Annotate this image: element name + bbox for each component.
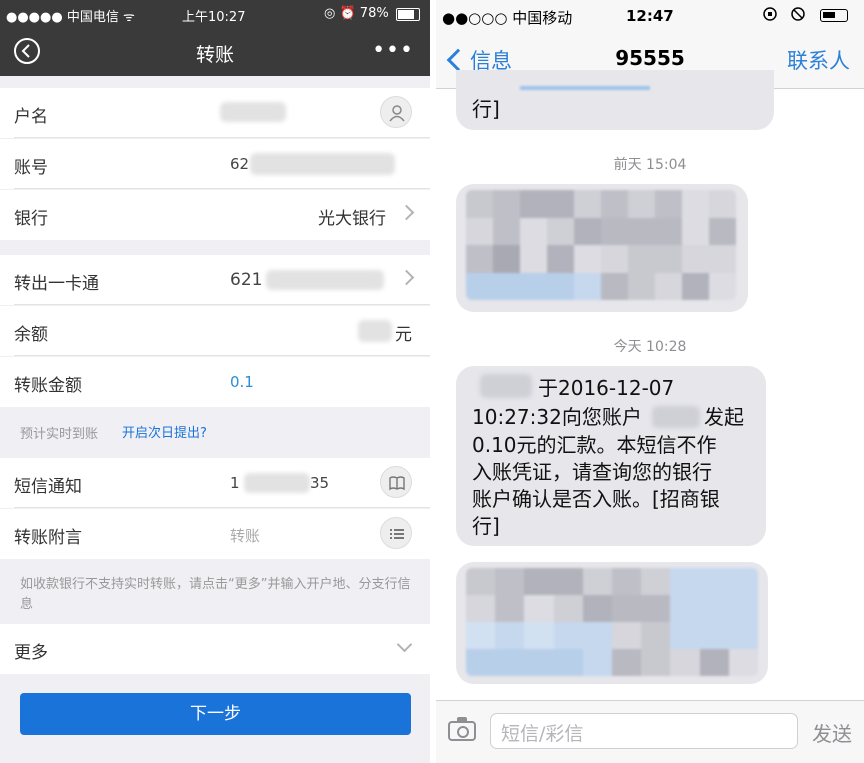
bank-transfer-screen: ●●●●● 中国电信 ᯤ 上午10:27 ◎ ⏰ 78% 转账 ••• 户名 账… bbox=[0, 0, 430, 763]
camera-icon[interactable] bbox=[448, 721, 476, 741]
address-book-button[interactable] bbox=[380, 466, 412, 498]
redacted-account bbox=[250, 153, 395, 175]
remark-label: 转账附言 bbox=[14, 528, 82, 548]
redacted-balance bbox=[358, 320, 392, 342]
bank-value: 光大银行 bbox=[318, 209, 386, 229]
send-button[interactable]: 发送 bbox=[812, 718, 852, 747]
battery-icon bbox=[820, 9, 848, 22]
message-bubble bbox=[456, 562, 768, 684]
bank-label: 银行 bbox=[14, 209, 48, 229]
status-bar: ●●○○○ 中国移动 12:47 bbox=[436, 0, 864, 32]
transfer-tip: 如收款银行不支持实时转账，请点击“更多”并输入开户地、分支行信息 bbox=[0, 560, 430, 624]
account-label: 账号 bbox=[14, 158, 48, 178]
timestamp: 前天 15:04 bbox=[613, 157, 687, 173]
sms-notify-label: 短信通知 bbox=[14, 477, 82, 497]
chevron-down-icon bbox=[396, 636, 413, 653]
message-line: 10:27:32向您账户 bbox=[472, 405, 642, 429]
message-line: 0.10元的汇款。本短信不作 bbox=[472, 433, 717, 457]
next-step-button[interactable]: 下一步 bbox=[20, 693, 411, 735]
clock: 12:47 bbox=[626, 7, 674, 25]
next-day-link[interactable]: 开启次日提出? bbox=[122, 422, 207, 441]
amount-input[interactable]: 0.1 bbox=[230, 373, 254, 391]
redacted-card bbox=[266, 270, 384, 290]
transfer-tip-text: 如收款银行不支持实时转账，请点击“更多”并输入开户地、分支行信息 bbox=[20, 577, 411, 612]
more-label: 更多 bbox=[14, 643, 48, 663]
page-title: 转账 bbox=[195, 44, 234, 66]
bank-row[interactable]: 银行 光大银行 bbox=[0, 190, 430, 240]
chevron-right-icon bbox=[398, 204, 415, 221]
source-card-value: 621 bbox=[230, 270, 263, 290]
remark-list-button[interactable] bbox=[380, 517, 412, 549]
sms-notify-row[interactable]: 短信通知 1 35 bbox=[0, 458, 430, 508]
rotation-lock-icon bbox=[762, 6, 778, 26]
source-card-label: 转出一卡通 bbox=[14, 274, 99, 294]
balance-label: 余额 bbox=[14, 325, 48, 345]
message-line: 于2016-12-07 bbox=[538, 376, 675, 400]
book-icon bbox=[389, 476, 405, 491]
sms-phone-start: 1 bbox=[230, 474, 240, 492]
message-line: 入账凭证，请查询您的银行 bbox=[472, 460, 712, 484]
redacted-account bbox=[652, 406, 700, 428]
carrier-label: ●●○○○ 中国移动 bbox=[442, 9, 573, 27]
message-bubble: 于2016-12-07 10:27:32向您账户 发起 0.10元的汇款。本短信… bbox=[456, 366, 766, 546]
redacted-message-image bbox=[466, 568, 758, 676]
battery-icon bbox=[396, 8, 420, 21]
redacted-message-image bbox=[466, 190, 736, 300]
redacted-name bbox=[220, 102, 286, 122]
nav-bar: 转账 ••• bbox=[0, 28, 430, 76]
compose-bar: 短信/彩信 发送 bbox=[436, 700, 864, 763]
message-line: 发起 bbox=[704, 405, 744, 429]
message-input-placeholder: 短信/彩信 bbox=[501, 723, 584, 745]
person-icon bbox=[389, 105, 405, 122]
sms-phone-end: 35 bbox=[310, 474, 330, 492]
message-input[interactable]: 短信/彩信 bbox=[490, 713, 798, 749]
more-menu-icon[interactable]: ••• bbox=[372, 38, 414, 63]
carrier-label: ●●●●● 中国电信 ᯤ bbox=[6, 10, 135, 25]
account-value: 62 bbox=[230, 155, 250, 173]
account-row[interactable]: 账号 62 bbox=[0, 139, 430, 189]
payee-name-row[interactable]: 户名 bbox=[0, 88, 430, 138]
arrival-note: 预计实时到账 开启次日提出? bbox=[0, 408, 430, 458]
amount-row[interactable]: 转账金额 0.1 bbox=[0, 357, 430, 407]
source-card-row[interactable]: 转出一卡通 621 bbox=[0, 255, 430, 305]
sms-conversation-screen: ●●○○○ 中国移动 12:47 信息 95555 联系人 行] 前天 15:0… bbox=[436, 0, 864, 763]
redacted-sender bbox=[480, 374, 532, 398]
amount-label: 转账金额 bbox=[14, 376, 82, 396]
message-text: 行] bbox=[472, 97, 500, 121]
timestamp: 今天 10:28 bbox=[613, 339, 687, 355]
redacted-link bbox=[520, 86, 650, 90]
more-row[interactable]: 更多 bbox=[0, 624, 430, 674]
status-bar: ●●●●● 中国电信 ᯤ 上午10:27 ◎ ⏰ 78% bbox=[0, 0, 430, 28]
do-not-disturb-icon bbox=[790, 6, 806, 26]
message-line: 行] bbox=[472, 514, 500, 538]
contact-picker-button[interactable] bbox=[380, 96, 412, 128]
message-line: 账户确认是否入账。[招商银 bbox=[472, 487, 720, 511]
battery-label: ◎ ⏰ 78% bbox=[324, 6, 389, 21]
remark-input[interactable]: 转账 bbox=[230, 525, 260, 546]
chevron-right-icon bbox=[398, 269, 415, 286]
contacts-button[interactable]: 联系人 bbox=[787, 45, 850, 75]
message-bubble: 行] bbox=[456, 70, 774, 130]
currency-unit: 元 bbox=[395, 325, 412, 345]
balance-row: 余额 元 bbox=[0, 306, 430, 356]
arrival-text: 预计实时到账 bbox=[20, 427, 99, 442]
clock: 上午10:27 bbox=[182, 10, 246, 25]
list-icon bbox=[390, 529, 404, 539]
remark-row[interactable]: 转账附言 转账 bbox=[0, 509, 430, 559]
payee-name-label: 户名 bbox=[14, 107, 48, 127]
message-bubble bbox=[456, 184, 748, 312]
redacted-phone bbox=[244, 473, 310, 493]
